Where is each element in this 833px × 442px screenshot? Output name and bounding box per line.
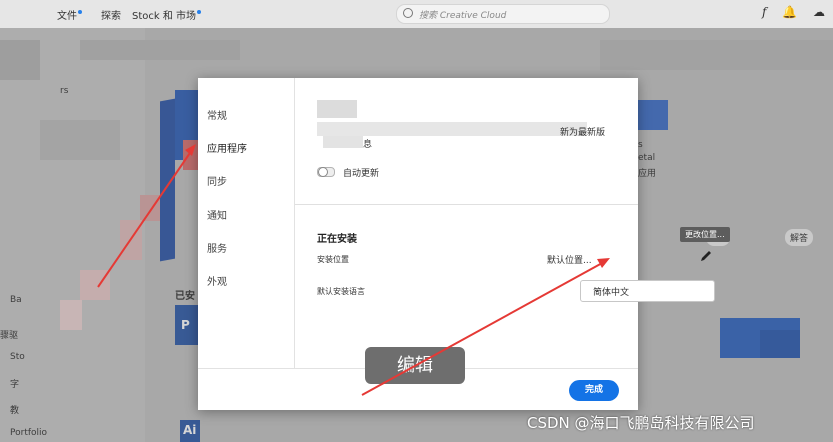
preferences-content: 新为最新版 息 自动更新 正在安装 安装位置 默认位置... 更改位置... 默…: [295, 78, 730, 368]
done-button[interactable]: 完成: [569, 380, 619, 401]
cloud-icon[interactable]: ☁: [813, 5, 825, 19]
blurred-region: [323, 136, 363, 148]
csdn-watermark: CSDN @海口飞鹏岛科技有限公司: [527, 414, 755, 432]
sidebar-item-apps[interactable]: 应用程序: [207, 140, 247, 155]
sidebar-item-general[interactable]: 常规: [207, 107, 227, 122]
sidebar-item-services[interactable]: 服务: [207, 240, 227, 255]
auto-update-label: 自动更新: [343, 169, 380, 179]
update-info-text: 息: [363, 140, 373, 150]
menu-discover[interactable]: 探索: [101, 7, 121, 22]
font-icon[interactable]: f: [762, 5, 766, 19]
default-language-label: 默认安装语言: [317, 287, 365, 296]
edit-annotation-label: 编辑: [365, 347, 465, 384]
search-icon: [403, 8, 413, 18]
default-language-select[interactable]: 简体中文 ⌄: [580, 280, 715, 302]
preferences-sidebar: 常规 应用程序 同步 通知 服务 外观: [198, 78, 295, 368]
search-input[interactable]: 搜索 Creative Cloud: [396, 4, 610, 24]
install-location-label: 安装位置: [317, 255, 349, 264]
bell-icon[interactable]: 🔔: [782, 5, 797, 19]
installing-section-title: 正在安装: [317, 234, 357, 245]
blurred-region: [317, 122, 587, 136]
app-top-bar: 文件 探索 Stock 和 市场 搜索 Creative Cloud f 🔔 ☁: [0, 0, 833, 28]
pencil-icon[interactable]: [700, 250, 712, 262]
divider: [295, 204, 638, 205]
blurred-region: [317, 100, 357, 118]
sidebar-item-sync[interactable]: 同步: [207, 173, 227, 188]
chevron-down-icon: ⌄: [593, 285, 601, 295]
install-location-value: 默认位置...: [547, 256, 592, 266]
sidebar-item-appearance[interactable]: 外观: [207, 273, 227, 288]
menu-file[interactable]: 文件: [57, 7, 82, 22]
sidebar-item-notifications[interactable]: 通知: [207, 207, 227, 222]
change-location-tooltip: 更改位置...: [680, 227, 730, 242]
auto-update-toggle[interactable]: [317, 167, 335, 177]
update-info-text: 新为最新版: [560, 128, 606, 138]
menu-stock[interactable]: Stock 和 市场: [132, 7, 202, 22]
